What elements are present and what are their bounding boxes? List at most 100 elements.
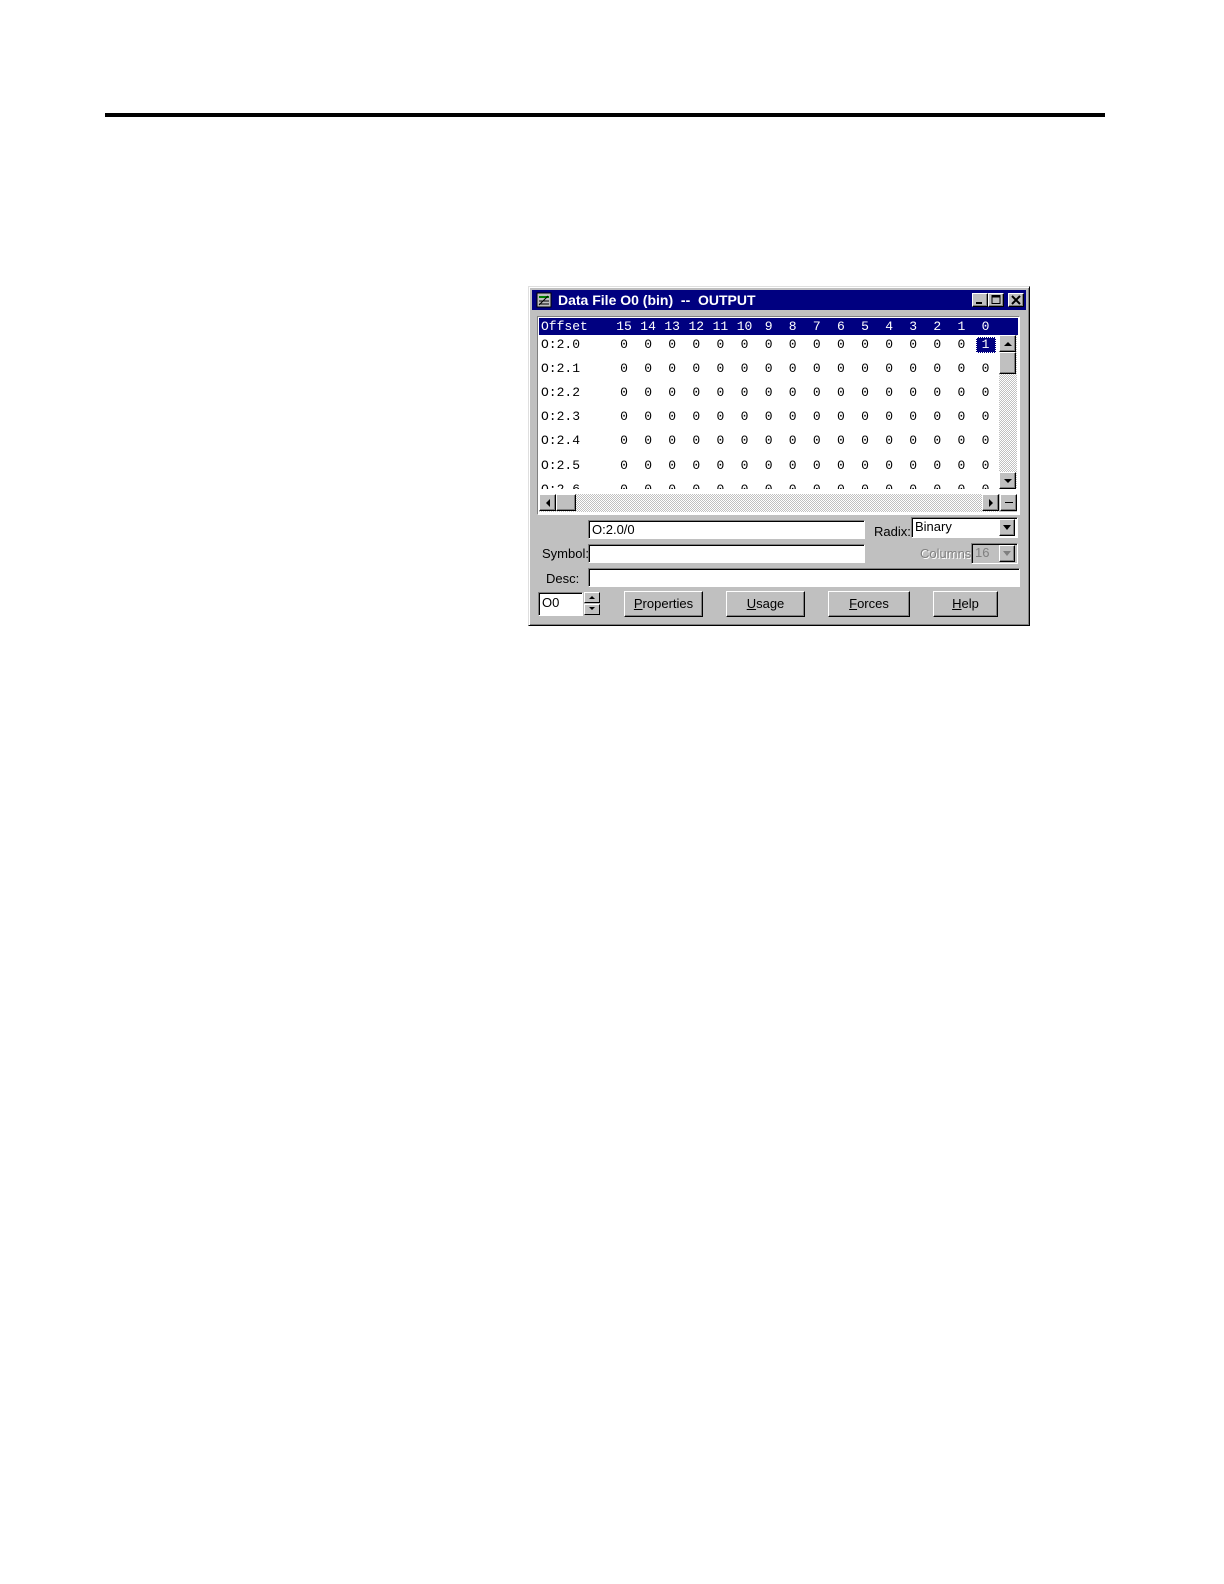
bit-cell[interactable]: 0 (951, 409, 971, 425)
bit-cell[interactable]: 0 (614, 361, 634, 377)
file-number-field[interactable]: O0 (538, 592, 583, 616)
bit-cell[interactable]: 0 (855, 385, 875, 401)
selected-bit-cell[interactable]: 1 (975, 337, 996, 353)
scroll-up-button[interactable] (999, 335, 1016, 352)
bit-cell[interactable]: 0 (735, 361, 755, 377)
bit-cell[interactable]: 0 (976, 458, 996, 474)
bit-cell[interactable]: 0 (662, 409, 682, 425)
bit-cell[interactable]: 0 (807, 458, 827, 474)
bit-cell[interactable]: 0 (759, 361, 779, 377)
bit-cell[interactable]: 0 (976, 409, 996, 425)
help-button[interactable]: Help (933, 591, 998, 617)
bit-cell[interactable]: 0 (831, 409, 851, 425)
bit-cell[interactable]: 0 (879, 409, 899, 425)
bit-cell[interactable]: 0 (759, 433, 779, 449)
bit-cell[interactable]: 0 (855, 361, 875, 377)
minimize-button[interactable] (972, 293, 988, 307)
close-button[interactable] (1008, 293, 1024, 307)
bit-cell[interactable]: 0 (710, 458, 730, 474)
bit-cell[interactable]: 0 (662, 482, 682, 489)
bit-cell[interactable]: 0 (879, 385, 899, 401)
horizontal-scrollbar[interactable] (539, 494, 999, 512)
scroll-left-button[interactable] (539, 494, 556, 511)
bit-cell[interactable]: 0 (710, 482, 730, 489)
bit-cell[interactable]: 0 (951, 458, 971, 474)
bit-cell[interactable]: 0 (855, 482, 875, 489)
bit-cell[interactable]: 0 (807, 361, 827, 377)
bit-cell[interactable]: 0 (951, 361, 971, 377)
bit-cell[interactable]: 0 (927, 337, 947, 353)
bit-cell[interactable]: 0 (686, 409, 706, 425)
bit-cell[interactable]: 0 (759, 337, 779, 353)
bit-cell[interactable]: 0 (614, 409, 634, 425)
bit-cell[interactable]: 0 (903, 458, 923, 474)
bit-cell[interactable]: 0 (662, 433, 682, 449)
bit-cell[interactable]: 0 (879, 361, 899, 377)
bit-cell[interactable]: 0 (735, 433, 755, 449)
bit-cell[interactable]: 0 (783, 433, 803, 449)
bit-cell[interactable]: 0 (903, 337, 923, 353)
bit-cell[interactable]: 0 (879, 458, 899, 474)
bit-cell[interactable]: 0 (927, 385, 947, 401)
bit-cell[interactable]: 0 (783, 337, 803, 353)
radix-dropdown-button[interactable] (999, 519, 1015, 536)
bit-cell[interactable]: 0 (903, 409, 923, 425)
bit-cell[interactable]: 0 (759, 409, 779, 425)
bit-cell[interactable]: 0 (614, 385, 634, 401)
bit-cell[interactable]: 0 (927, 361, 947, 377)
bit-cell[interactable]: 0 (759, 458, 779, 474)
bit-cell[interactable]: 0 (686, 337, 706, 353)
bit-cell[interactable]: 0 (710, 433, 730, 449)
bit-cell[interactable]: 0 (831, 337, 851, 353)
bit-cell[interactable]: 0 (638, 337, 658, 353)
bit-cell[interactable]: 0 (686, 385, 706, 401)
bit-cell[interactable]: 0 (735, 482, 755, 489)
bit-cell[interactable]: 0 (903, 433, 923, 449)
bit-cell[interactable]: 0 (951, 385, 971, 401)
bit-cell[interactable]: 0 (686, 482, 706, 489)
bit-cell[interactable]: 0 (879, 482, 899, 489)
bit-cell[interactable]: 0 (710, 385, 730, 401)
bit-cell[interactable]: 0 (831, 433, 851, 449)
bit-cell[interactable]: 0 (614, 458, 634, 474)
bit-cell[interactable]: 0 (662, 337, 682, 353)
bit-cell[interactable]: 0 (807, 385, 827, 401)
bit-cell[interactable]: 0 (735, 409, 755, 425)
desc-field[interactable] (588, 568, 1020, 587)
bit-cell[interactable]: 0 (831, 482, 851, 489)
bit-cell[interactable]: 0 (855, 433, 875, 449)
bit-cell[interactable]: 0 (855, 337, 875, 353)
bit-cell[interactable]: 0 (951, 482, 971, 489)
bit-cell[interactable]: 0 (638, 409, 658, 425)
bit-cell[interactable]: 0 (710, 337, 730, 353)
bit-cell[interactable]: 0 (710, 361, 730, 377)
address-field[interactable]: O:2.0/0 (588, 520, 865, 539)
properties-button[interactable]: Properties (624, 591, 703, 617)
bit-cell[interactable]: 0 (759, 385, 779, 401)
bit-cell[interactable]: 0 (662, 458, 682, 474)
bit-cell[interactable]: 0 (831, 458, 851, 474)
bit-cell[interactable]: 0 (927, 482, 947, 489)
title-bar[interactable]: Data File O0 (bin) -- OUTPUT (532, 290, 1026, 310)
bit-cell[interactable]: 0 (614, 433, 634, 449)
vertical-scrollbar[interactable] (999, 335, 1017, 489)
bit-cell[interactable]: 0 (638, 433, 658, 449)
scroll-right-button[interactable] (982, 494, 999, 511)
bit-cell[interactable]: 0 (686, 361, 706, 377)
bit-cell[interactable]: 0 (614, 482, 634, 489)
bit-cell[interactable]: 0 (686, 458, 706, 474)
bit-cell[interactable]: 0 (831, 385, 851, 401)
bit-cell[interactable]: 0 (638, 385, 658, 401)
bit-cell[interactable]: 0 (638, 458, 658, 474)
bit-cell[interactable]: 0 (976, 433, 996, 449)
forces-button[interactable]: Forces (828, 591, 910, 617)
bit-cell[interactable]: 0 (951, 337, 971, 353)
bit-cell[interactable]: 0 (735, 385, 755, 401)
bit-cell[interactable]: 0 (903, 385, 923, 401)
bit-cell[interactable]: 0 (783, 458, 803, 474)
bit-cell[interactable]: 0 (807, 433, 827, 449)
bit-cell[interactable]: 0 (976, 361, 996, 377)
bit-cell[interactable]: 0 (614, 337, 634, 353)
bit-cell[interactable]: 0 (783, 385, 803, 401)
bit-cell[interactable]: 0 (855, 458, 875, 474)
